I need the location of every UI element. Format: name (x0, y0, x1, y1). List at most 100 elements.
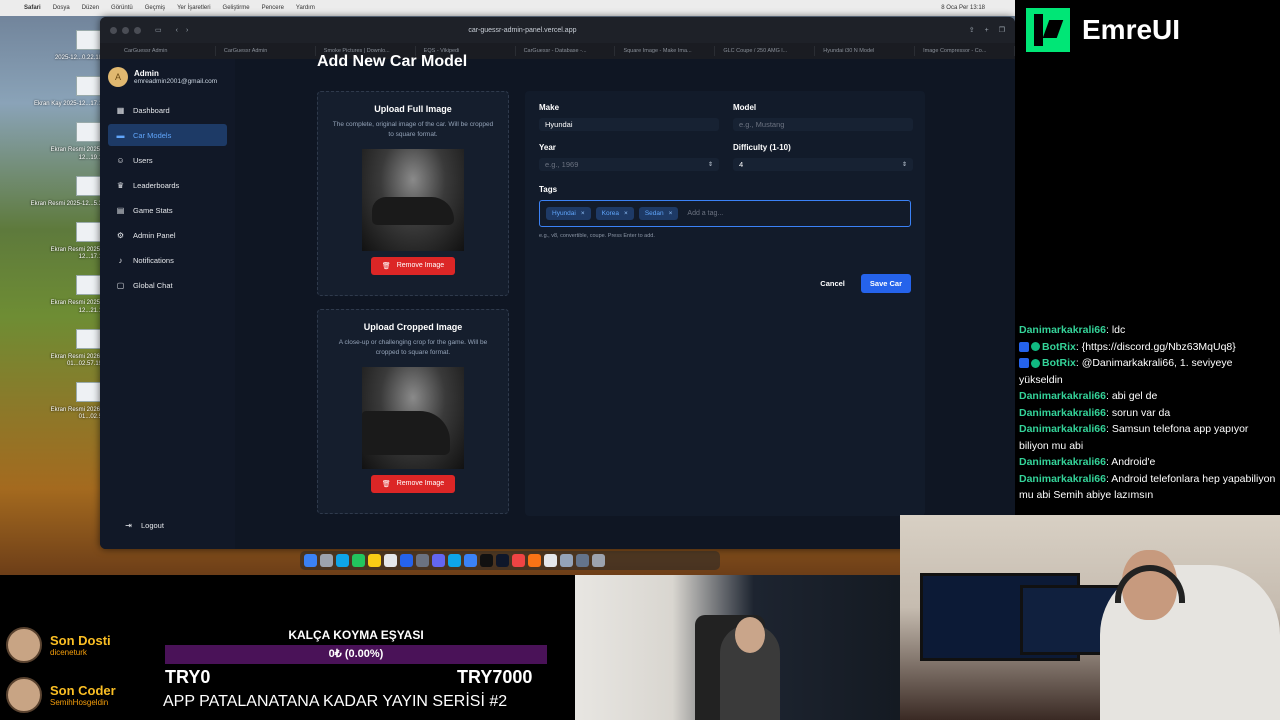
address-bar[interactable]: car-guessr-admin-panel.vercel.app (468, 27, 576, 34)
menu-item[interactable]: Görüntü (111, 5, 133, 11)
file-thumbnail-icon (76, 76, 102, 97)
preview-icon[interactable] (544, 554, 557, 567)
browser-tab[interactable]: CarGuessr - Database -... (518, 46, 616, 56)
folder-icon[interactable] (560, 554, 573, 567)
sidebar-item-notifications[interactable]: ♪ Notifications (108, 249, 227, 271)
file-thumbnail-icon (76, 175, 102, 196)
window-controls[interactable] (110, 26, 141, 34)
users-icon: ☺ (116, 155, 125, 165)
browser-tab[interactable]: Hyundai i30 N Model (817, 46, 916, 56)
settings-icon[interactable] (416, 554, 429, 567)
difficulty-input[interactable]: 4 ⇕ (733, 158, 913, 171)
desktop-file[interactable]: Ekran Resmi 2026-01...02.5 (28, 382, 102, 421)
minimize-window-icon[interactable] (122, 26, 129, 34)
browser-tab[interactable]: CarGuessr Admin (118, 46, 216, 56)
menu-item[interactable]: Yardım (296, 5, 315, 11)
logout-button[interactable]: ⇥ Logout (116, 514, 172, 536)
desktop-file[interactable]: Ekran Resmi 2025-12...21.1 (28, 275, 102, 314)
sidebar-toggle-icon[interactable]: ▭ (155, 26, 162, 34)
year-input[interactable]: e.g., 1969 ⇕ (539, 158, 719, 171)
launchpad-icon[interactable] (320, 554, 333, 567)
sidebar-item-users[interactable]: ☺ Users (108, 149, 227, 171)
menu-app[interactable]: Safari (24, 5, 41, 11)
file-thumbnail-icon (76, 382, 102, 403)
make-input[interactable]: Hyundai (539, 118, 719, 131)
file-thumbnail-icon (76, 221, 102, 242)
desktop-file[interactable]: 2025-12...0.22.18 (28, 30, 102, 62)
desktop-file[interactable]: Ekran Resmi 2025-12...17.1 (28, 221, 102, 261)
chat-user: Danimarkakrali66 (1019, 324, 1106, 336)
chrome-icon[interactable] (512, 554, 525, 567)
sidebar: A Admin emreadmin2001@gmail.com ▦ Dashboa… (100, 59, 235, 549)
trash-icon[interactable] (592, 554, 605, 567)
model-input[interactable]: e.g., Mustang (733, 118, 913, 131)
cropped-image-upload[interactable]: Upload Cropped Image A close-up or chall… (317, 309, 509, 514)
share-icon[interactable]: ⇪ (969, 26, 975, 34)
finder-icon[interactable] (304, 554, 317, 567)
menu-item[interactable]: Pencere (262, 5, 284, 11)
upload-description: The complete, original image of the car.… (332, 121, 494, 139)
forward-icon[interactable]: › (186, 27, 188, 34)
chat-text: {https://discord.gg/Nbz63MqUq8} (1081, 340, 1236, 353)
browser-tab[interactable]: CarGuessr Admin (218, 46, 316, 56)
calendar-icon[interactable] (384, 554, 397, 567)
chat-text: Android'e (1111, 456, 1156, 468)
chat-user: BotRix (1042, 340, 1076, 353)
sidebar-item-car-models[interactable]: ▬ Car Models (108, 124, 227, 146)
remove-full-image-button[interactable]: 🗑 Remove Image (370, 256, 456, 275)
app-store-icon[interactable] (400, 554, 413, 567)
close-window-icon[interactable] (110, 26, 117, 34)
sidebar-item-game-stats[interactable]: ▤ Game Stats (108, 199, 227, 221)
sidebar-nav: ▦ Dashboard ▬ Car Models ☺ Users ♛ Leaderboa… (100, 99, 235, 296)
trash-icon: 🗑 (381, 480, 391, 488)
sidebar-item-leaderboards[interactable]: ♛ Leaderboards (108, 174, 227, 196)
remove-tag-icon[interactable]: × (581, 210, 585, 217)
menu-item[interactable]: Geçmiş (145, 5, 165, 11)
stepper-icon[interactable]: ⇕ (902, 161, 907, 168)
desktop-file[interactable]: Ekran Resmi 2025-12...5.3 (28, 175, 102, 208)
downloads-icon[interactable] (576, 554, 589, 567)
desktop-file[interactable]: Ekran Kay 2025-12...17.1 (28, 76, 102, 108)
cancel-button[interactable]: Cancel (820, 279, 845, 288)
safari-icon[interactable] (336, 554, 349, 567)
menu-item[interactable]: Dosya (53, 5, 70, 11)
browser-tab[interactable]: Square Image - Make Ima... (617, 46, 716, 56)
full-image-upload[interactable]: Upload Full Image The complete, original… (317, 91, 509, 296)
menu-item[interactable]: Yer İşaretleri (177, 5, 210, 11)
notes-icon[interactable] (368, 554, 381, 567)
new-tab-icon[interactable]: + (985, 27, 989, 34)
terminal-icon[interactable] (480, 554, 493, 567)
tab-overview-icon[interactable]: ❐ (999, 26, 1005, 34)
menu-item[interactable]: Düzen (82, 5, 99, 11)
sidebar-item-label: Dashboard (133, 105, 170, 115)
discord-icon[interactable] (432, 554, 445, 567)
remove-label: Remove Image (396, 480, 445, 488)
tags-input[interactable]: Hyundai × Korea × Sedan × Add a tag... (539, 200, 911, 227)
obs-icon[interactable] (496, 554, 509, 567)
browser-tab[interactable]: Image Compressor - Co... (917, 46, 1015, 56)
xcode-icon[interactable] (464, 554, 477, 567)
sidebar-item-dashboard[interactable]: ▦ Dashboard (108, 99, 227, 121)
back-icon[interactable]: ‹ (176, 27, 178, 34)
last-follower-badge: Son Dosti diceneturk (6, 627, 111, 663)
remove-tag-icon[interactable]: × (669, 210, 673, 217)
messages-icon[interactable] (352, 554, 365, 567)
app-icon[interactable] (528, 554, 541, 567)
vscode-icon[interactable] (448, 554, 461, 567)
save-car-button[interactable]: Save Car (860, 274, 911, 293)
tag-placeholder[interactable]: Add a tag... (687, 210, 723, 217)
remove-tag-icon[interactable]: × (624, 210, 628, 217)
sidebar-item-global-chat[interactable]: ▢ Global Chat (108, 274, 227, 296)
maximize-window-icon[interactable] (134, 26, 141, 34)
file-caption: Ekran Kay 2025-12...17.1 (33, 101, 102, 108)
browser-tab[interactable]: GLC Coupe / 250 AMG l... (717, 46, 816, 56)
sidebar-item-admin-panel[interactable]: ⚙ Admin Panel (108, 224, 227, 246)
stepper-icon[interactable]: ⇕ (708, 161, 713, 168)
file-thumbnail-icon (76, 275, 102, 296)
desktop-file[interactable]: Ekran Resmi 2025-12...19.1 (28, 122, 102, 161)
menu-item[interactable]: Geliştirme (223, 5, 250, 11)
desktop-file[interactable]: Ekran Resmi 2026-01...02.57.19 (28, 328, 102, 368)
file-thumbnail-icon (76, 122, 102, 143)
remove-cropped-image-button[interactable]: 🗑 Remove Image (370, 474, 456, 493)
difficulty-label: Difficulty (1-10) (733, 143, 791, 152)
